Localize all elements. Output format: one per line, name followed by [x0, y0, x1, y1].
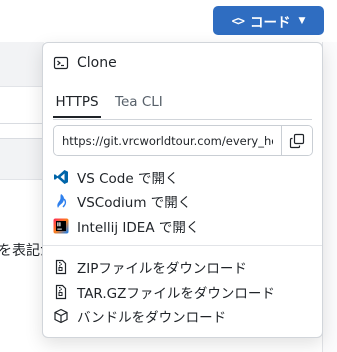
intellij-idea-icon — [53, 218, 69, 234]
file-zip-icon — [53, 259, 69, 275]
clone-url-input[interactable] — [54, 126, 281, 155]
menu-divider — [43, 245, 322, 246]
open-in-vscodium[interactable]: VSCodium で開く — [53, 190, 191, 212]
download-targz[interactable]: TAR.GZファイルをダウンロード — [53, 281, 275, 303]
download-bundle[interactable]: バンドルをダウンロード — [53, 305, 226, 327]
file-zip-icon — [53, 284, 69, 300]
open-in-intellij[interactable]: Intellij IDEA で開く — [53, 215, 199, 237]
download-zip[interactable]: ZIPファイルをダウンロード — [53, 256, 247, 278]
background-right-edge — [322, 42, 337, 352]
clone-tabs: HTTPS Tea CLI — [53, 89, 312, 120]
background-panel-top — [0, 42, 44, 87]
tab-tea-cli[interactable]: Tea CLI — [115, 89, 163, 118]
download-zip-label: ZIPファイルをダウンロード — [77, 261, 247, 277]
background-panel-header — [0, 138, 44, 180]
open-in-vscode[interactable]: VS Code で開く — [53, 166, 178, 188]
code-button-label: コード — [250, 14, 291, 31]
chevron-down-icon: ▼ — [298, 15, 306, 26]
clone-header: Clone — [53, 55, 117, 71]
code-brackets-icon: <> — [231, 13, 245, 28]
copy-icon — [289, 133, 305, 149]
tab-https[interactable]: HTTPS — [53, 89, 101, 118]
vscodium-icon — [53, 193, 69, 209]
background-panel-row — [0, 87, 44, 124]
copy-url-button[interactable] — [281, 126, 312, 155]
open-in-intellij-label: Intellij IDEA で開く — [77, 220, 200, 236]
clone-dropdown: Clone HTTPS Tea CLI VS Code で開く VSCodium… — [42, 42, 323, 338]
clone-url-row — [53, 125, 313, 156]
open-in-vscodium-label: VSCodium で開く — [77, 195, 192, 211]
terminal-icon — [53, 55, 69, 71]
download-targz-label: TAR.GZファイルをダウンロード — [77, 286, 275, 302]
vscode-icon — [53, 169, 69, 185]
download-bundle-label: バンドルをダウンロード — [77, 310, 227, 326]
package-icon — [53, 308, 69, 324]
clone-title: Clone — [77, 55, 117, 71]
open-in-vscode-label: VS Code で開く — [77, 171, 179, 187]
code-button[interactable]: <> コード ▼ — [213, 6, 324, 35]
background-text-fragment: を表記が — [0, 243, 42, 259]
